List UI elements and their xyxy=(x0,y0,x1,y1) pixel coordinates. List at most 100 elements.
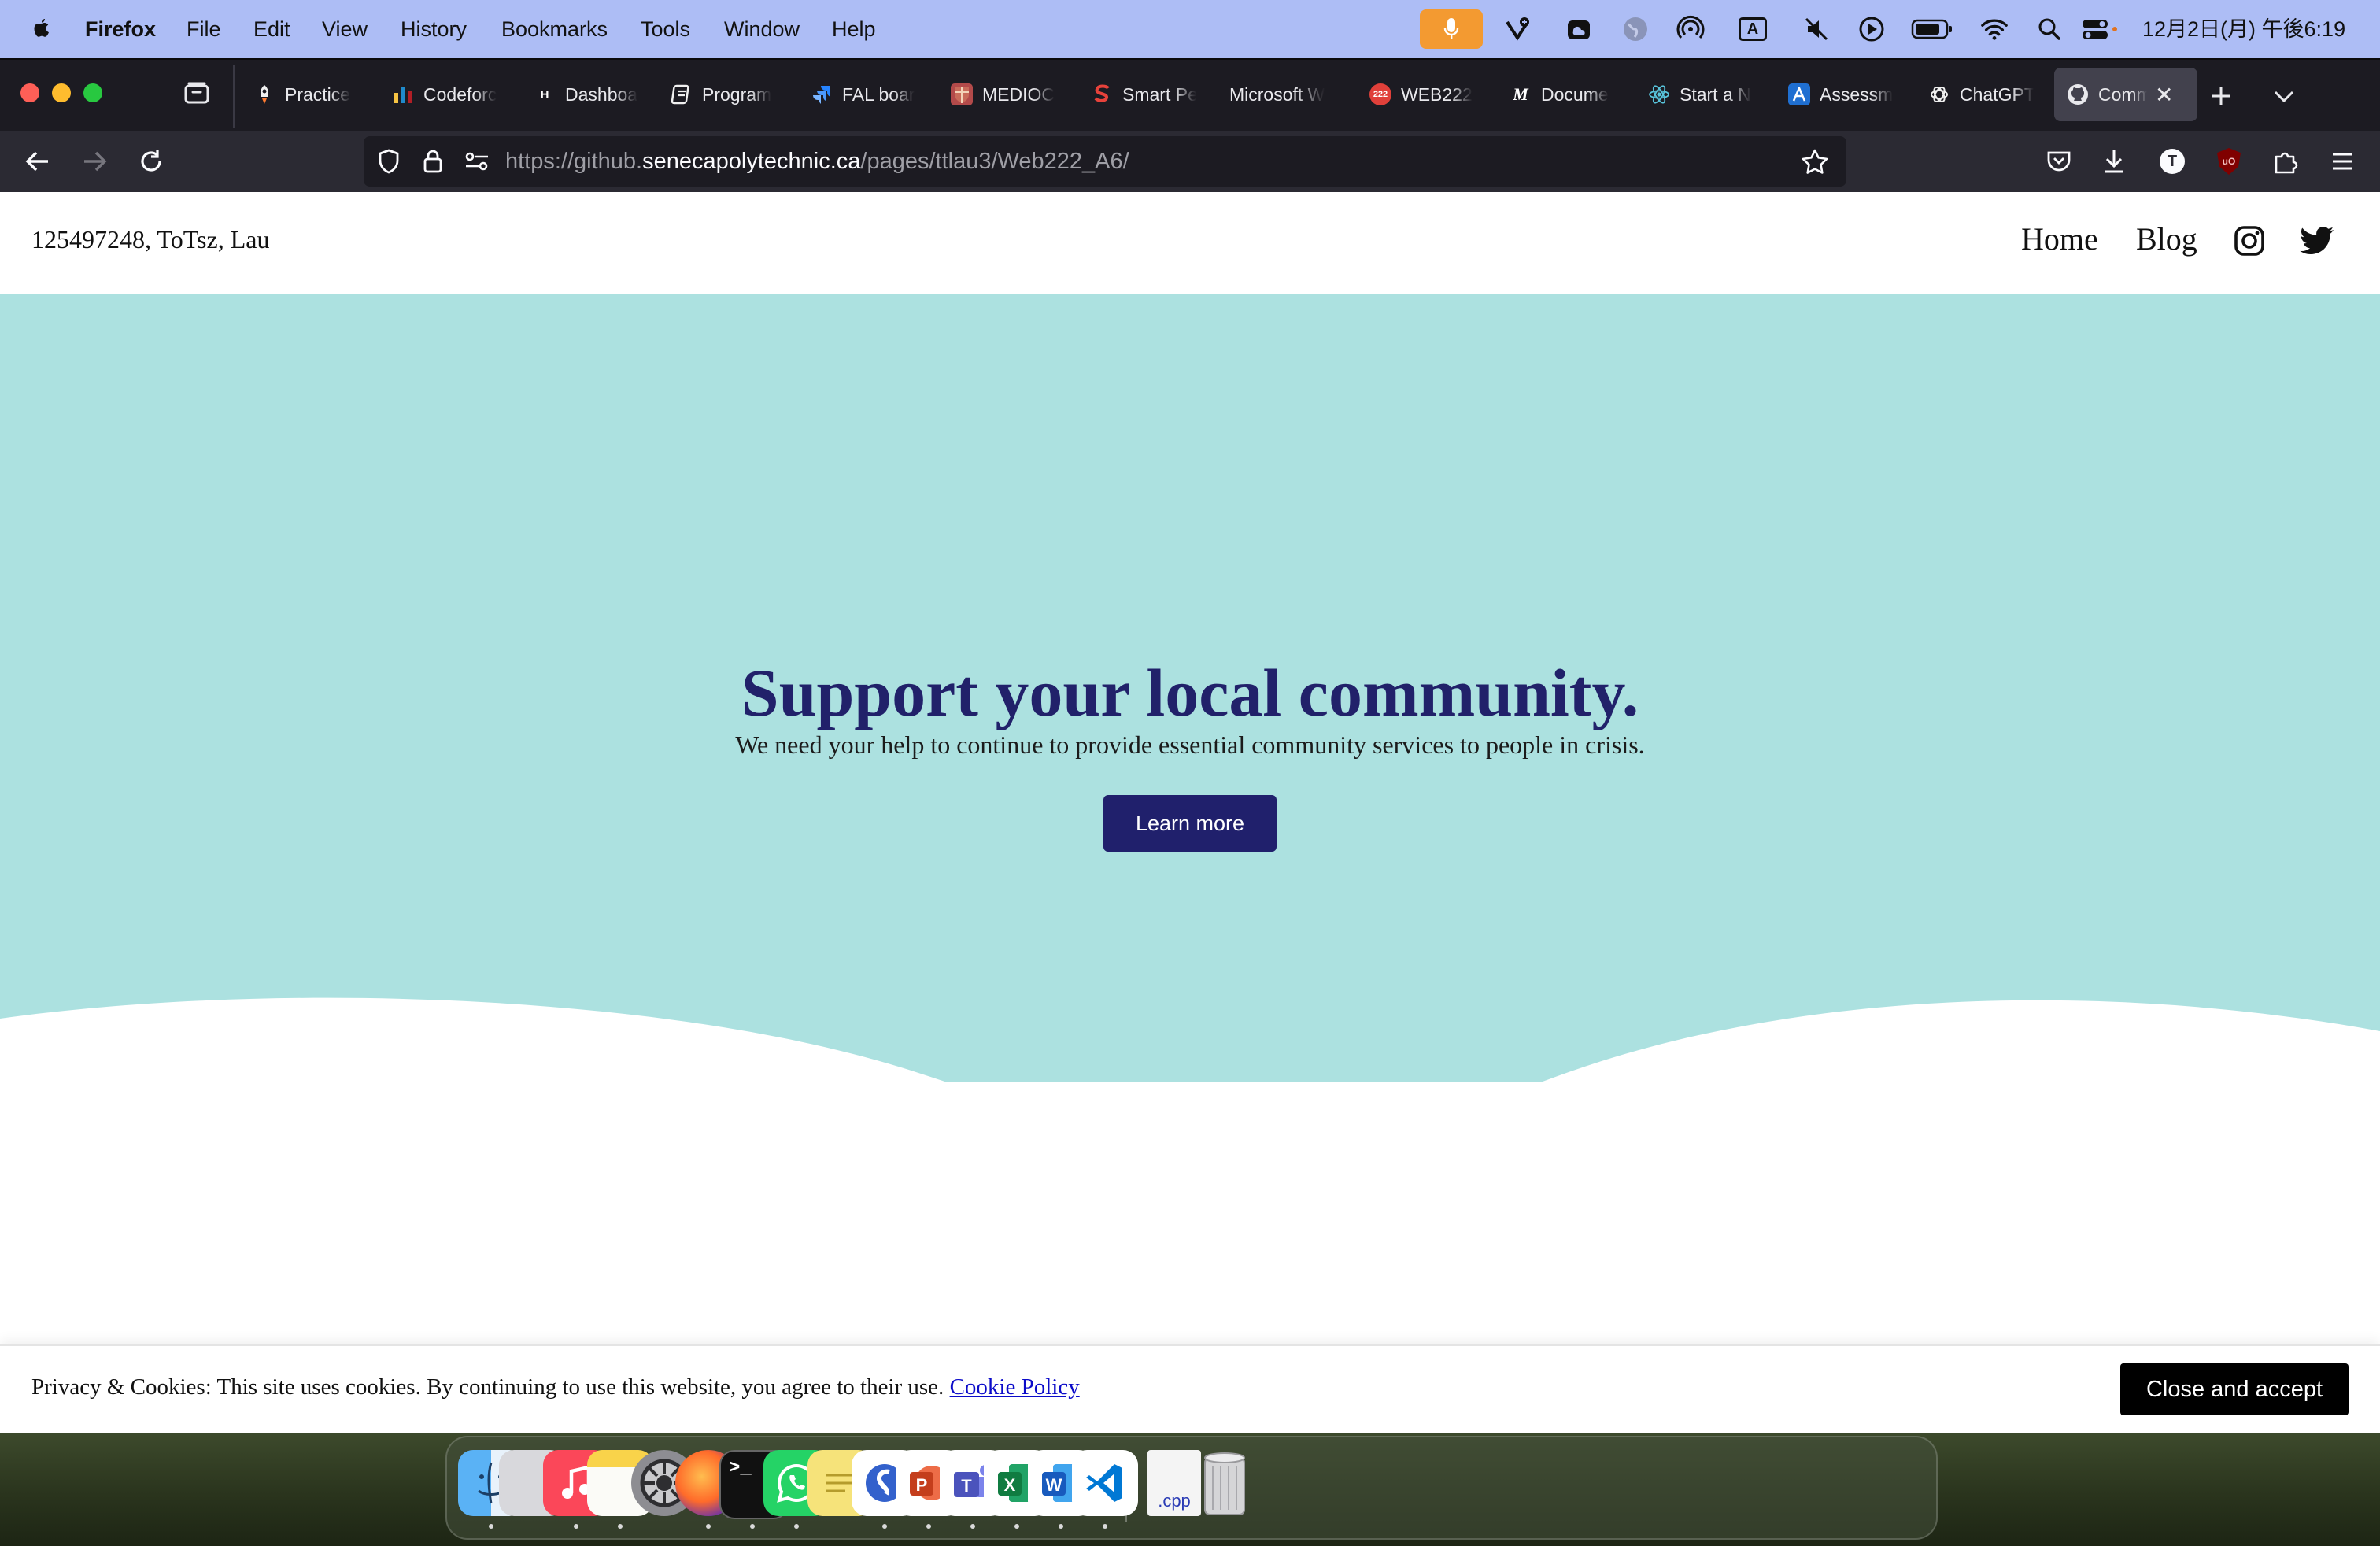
dock-vscode-icon[interactable] xyxy=(1072,1450,1138,1516)
dock-running-dot xyxy=(706,1524,711,1529)
pocket-icon[interactable] xyxy=(2042,144,2076,179)
tab-fal-board[interactable]: FAL boar xyxy=(811,68,916,121)
vpn-shield-icon[interactable] xyxy=(1503,15,1532,43)
tab-smart-pe[interactable]: Smart Pe xyxy=(1091,68,1196,121)
tab-label: Assessm xyxy=(1820,83,1894,105)
input-source-icon[interactable]: A xyxy=(1737,15,1768,43)
browser-navigation-bar: https://github.senecapolytechnic.ca/page… xyxy=(0,131,2380,192)
window-zoom-button[interactable] xyxy=(83,83,102,102)
menu-bookmarks[interactable]: Bookmarks xyxy=(501,0,608,58)
menu-window[interactable]: Window xyxy=(724,0,800,58)
hero-title: Support your local community. xyxy=(741,655,1639,730)
tab-label: Start a N xyxy=(1680,83,1751,105)
url-text[interactable]: https://github.senecapolytechnic.ca/page… xyxy=(505,136,1129,187)
tab-web222[interactable]: 222 WEB222 xyxy=(1369,68,1475,121)
dock-running-dot xyxy=(882,1524,887,1529)
downloads-icon[interactable] xyxy=(2097,144,2131,179)
tab-label: Practice xyxy=(285,83,351,105)
tab-practice[interactable]: Practice xyxy=(253,68,371,121)
permissions-icon[interactable] xyxy=(460,144,494,179)
cookie-policy-link[interactable]: Cookie Policy xyxy=(950,1374,1080,1400)
menu-help[interactable]: Help xyxy=(832,0,876,58)
firefox-view-icon[interactable] xyxy=(179,76,214,110)
tab-assessment[interactable]: Assessm xyxy=(1788,68,1895,121)
tab-codeforces[interactable]: Codeforc xyxy=(392,68,502,121)
now-playing-icon[interactable] xyxy=(1857,15,1886,43)
dock-running-dot xyxy=(489,1524,493,1529)
svg-text:T: T xyxy=(961,1476,972,1496)
menu-tools[interactable]: Tools xyxy=(641,0,690,58)
control-center-icon[interactable] xyxy=(2081,15,2119,43)
svg-text:P: P xyxy=(916,1475,928,1495)
ublock-origin-label: uO xyxy=(2217,148,2241,175)
tab-chatgpt[interactable]: ChatGPT xyxy=(1928,68,2034,121)
rocket-icon xyxy=(253,83,275,105)
menu-clock[interactable]: 12月2日(月) 午後6:19 xyxy=(2142,0,2345,58)
tab-microsoft[interactable]: Microsoft W xyxy=(1229,68,1340,121)
extensions-puzzle-icon[interactable] xyxy=(2268,144,2303,179)
airdrop-icon[interactable] xyxy=(1676,15,1705,43)
svg-text:W: W xyxy=(1046,1475,1062,1495)
input-source-letter: A xyxy=(1739,17,1767,41)
dock-trash-icon[interactable] xyxy=(1192,1450,1258,1516)
site-header: 125497248, ToTsz, Lau Home Blog xyxy=(0,192,2380,294)
tab-label: Codeforc xyxy=(423,83,497,105)
hero-subtitle: We need your help to continue to provide… xyxy=(735,730,1645,759)
nav-home-link[interactable]: Home xyxy=(2021,220,2098,257)
twitter-icon[interactable] xyxy=(2300,227,2334,259)
ublock-origin-icon[interactable]: uO xyxy=(2212,144,2246,179)
tab-close-icon[interactable]: ✕ xyxy=(2155,82,2173,108)
bookmark-star-icon[interactable] xyxy=(1798,144,1832,179)
new-tab-plus-icon[interactable] xyxy=(2204,79,2238,113)
cookie-banner-text: Privacy & Cookies: This site uses cookie… xyxy=(31,1374,944,1400)
macos-menu-bar: Firefox File Edit View History Bookmarks… xyxy=(0,0,2380,58)
close-and-accept-button[interactable]: Close and accept xyxy=(2120,1363,2349,1415)
menu-history[interactable]: History xyxy=(401,0,467,58)
react-icon xyxy=(1648,83,1670,105)
forward-arrow-icon[interactable] xyxy=(77,144,112,179)
menu-edit[interactable]: Edit xyxy=(253,0,290,58)
nav-blog-link[interactable]: Blog xyxy=(2136,220,2197,257)
reload-icon[interactable] xyxy=(134,144,168,179)
lock-icon[interactable] xyxy=(416,144,450,179)
tab-label: Smart Pe xyxy=(1122,83,1196,105)
tab-separator xyxy=(233,65,235,128)
menu-app-name[interactable]: Firefox xyxy=(85,0,156,58)
list-all-tabs-chevron-down-icon[interactable] xyxy=(2267,79,2301,113)
wifi-icon[interactable] xyxy=(1980,15,2009,43)
browser-tab-bar: Practice Codeforc H Dashboa Program FAL … xyxy=(0,58,2380,132)
tracking-protection-shield-icon[interactable] xyxy=(371,144,406,179)
learn-more-button[interactable]: Learn more xyxy=(1103,795,1277,852)
cloud-sync-icon[interactable] xyxy=(1565,15,1593,43)
github-icon xyxy=(2067,83,2089,105)
globe-icon[interactable] xyxy=(1621,15,1650,43)
window-minimize-button[interactable] xyxy=(52,83,71,102)
account-avatar-icon[interactable]: T xyxy=(2155,144,2190,179)
microphone-icon[interactable] xyxy=(1420,9,1483,49)
hamburger-menu-icon[interactable] xyxy=(2325,144,2360,179)
tab-dashboard[interactable]: H Dashboa xyxy=(534,68,639,121)
cookie-consent-banner: Privacy & Cookies: This site uses cookie… xyxy=(0,1344,2380,1433)
back-arrow-icon[interactable] xyxy=(20,144,55,179)
url-bar[interactable]: https://github.senecapolytechnic.ca/page… xyxy=(364,136,1846,187)
window-close-button[interactable] xyxy=(20,83,39,102)
notebook-icon xyxy=(671,83,693,105)
dock-running-dot xyxy=(574,1524,578,1529)
tab-program[interactable]: Program xyxy=(671,68,782,121)
spotlight-search-icon[interactable] xyxy=(2035,15,2064,43)
instagram-icon[interactable] xyxy=(2234,225,2265,261)
dock-running-dot xyxy=(1014,1524,1019,1529)
mute-icon[interactable] xyxy=(1802,15,1831,43)
menu-view[interactable]: View xyxy=(322,0,368,58)
apple-menu-icon[interactable] xyxy=(30,0,52,58)
jira-icon xyxy=(811,83,833,105)
menu-file[interactable]: File xyxy=(187,0,221,58)
hero-section: Support your local community. We need yo… xyxy=(0,294,2380,1082)
tab-document[interactable]: M Docume xyxy=(1510,68,1615,121)
smartsheet-icon xyxy=(1091,83,1113,105)
tab-mediocre[interactable]: MEDIOC xyxy=(951,68,1058,121)
tab-community-active[interactable]: Comm ✕ xyxy=(2054,68,2197,121)
tab-start-a-new[interactable]: Start a N xyxy=(1648,68,1754,121)
tab-label: Microsoft W xyxy=(1229,83,1325,105)
battery-icon[interactable] xyxy=(1911,15,1953,43)
